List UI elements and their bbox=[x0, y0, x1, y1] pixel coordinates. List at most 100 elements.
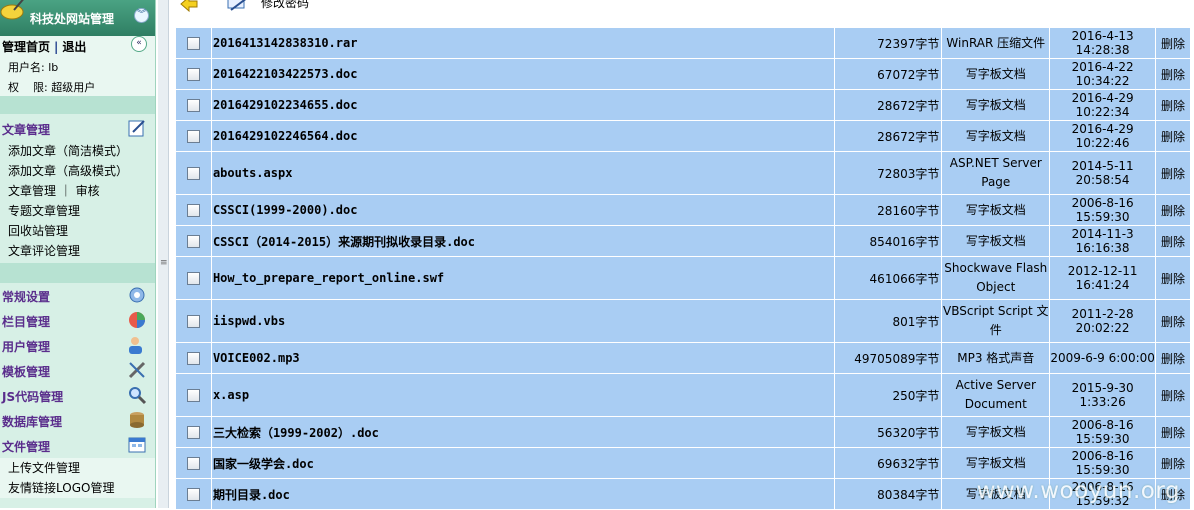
group-label[interactable]: 用户管理 bbox=[2, 338, 50, 355]
row-checkbox-cell bbox=[175, 478, 212, 510]
table-row: 2016429102234655.doc 28672字节 写字板文档 2016-4-2… bbox=[175, 89, 1191, 121]
delete-link[interactable]: 删除 bbox=[1155, 416, 1191, 448]
file-size: 72397字节 bbox=[833, 27, 943, 59]
sidebar-item-upload-files[interactable]: 上传文件管理 bbox=[0, 458, 155, 478]
group-header[interactable]: 文章管理 bbox=[0, 116, 155, 141]
sidebar-item-add-advanced[interactable]: 添加文章（高级模式） bbox=[0, 161, 155, 181]
file-name[interactable]: VOICE002.mp3 bbox=[210, 342, 835, 374]
delete-link[interactable]: 删除 bbox=[1155, 120, 1191, 152]
file-name[interactable]: iispwd.vbs bbox=[210, 299, 835, 343]
sidebar-item-add-simple[interactable]: 添加文章（简洁模式） bbox=[0, 141, 155, 161]
home-link[interactable]: 管理首页 bbox=[2, 40, 50, 54]
delete-link[interactable]: 删除 bbox=[1155, 299, 1191, 343]
group-label[interactable]: JS代码管理 bbox=[2, 388, 63, 405]
row-checkbox-cell bbox=[175, 342, 212, 374]
sidebar-item-article-review[interactable]: 文章管理 ｜ 审核 bbox=[0, 181, 155, 201]
delete-link[interactable]: 删除 bbox=[1155, 89, 1191, 121]
file-name[interactable]: How_to_prepare_report_online.swf bbox=[210, 256, 835, 300]
row-checkbox[interactable] bbox=[186, 426, 200, 439]
sidebar-item-topic[interactable]: 专题文章管理 bbox=[0, 201, 155, 221]
delete-link[interactable]: 删除 bbox=[1155, 373, 1191, 417]
group-label[interactable]: 文件管理 bbox=[2, 438, 50, 455]
sidebar-item-recycle[interactable]: 回收站管理 bbox=[0, 221, 155, 241]
delete-link[interactable]: 删除 bbox=[1155, 58, 1191, 90]
file-name[interactable]: abouts.aspx bbox=[210, 151, 835, 195]
row-checkbox[interactable] bbox=[186, 488, 200, 501]
delete-link[interactable]: 删除 bbox=[1155, 27, 1191, 59]
frame-splitter[interactable]: ≡ bbox=[158, 0, 169, 508]
delete-link[interactable]: 删除 bbox=[1155, 256, 1191, 300]
row-checkbox-cell bbox=[175, 120, 212, 152]
file-size: 801字节 bbox=[833, 299, 943, 343]
group-label[interactable]: 文章管理 bbox=[2, 121, 50, 138]
file-name[interactable]: 期刊目录.doc bbox=[210, 478, 835, 510]
row-checkbox-cell bbox=[175, 27, 212, 59]
group-header[interactable]: 栏目管理 bbox=[0, 308, 155, 333]
delete-link[interactable]: 删除 bbox=[1155, 447, 1191, 479]
file-name[interactable]: 2016429102246564.doc bbox=[210, 120, 835, 152]
group-header[interactable]: 文件管理 bbox=[0, 433, 155, 458]
group-header[interactable]: 数据库管理 bbox=[0, 408, 155, 433]
file-modified-time: 2016-4-29 10:22:46 bbox=[1049, 120, 1157, 152]
group-label[interactable]: 栏目管理 bbox=[2, 313, 50, 330]
row-checkbox[interactable] bbox=[186, 37, 200, 50]
table-row: CSSCI(1999-2000).doc 28160字节 写字板文档 2006-8-1… bbox=[175, 194, 1191, 226]
row-checkbox[interactable] bbox=[186, 389, 200, 402]
logo-icon bbox=[0, 0, 24, 20]
group-header[interactable]: JS代码管理 bbox=[0, 383, 155, 408]
group-label[interactable]: 数据库管理 bbox=[2, 413, 62, 430]
row-checkbox[interactable] bbox=[186, 235, 200, 248]
chevron-left-icon[interactable]: « bbox=[131, 36, 147, 52]
username-value: lb bbox=[48, 61, 59, 74]
file-name[interactable]: CSSCI(1999-2000).doc bbox=[210, 194, 835, 226]
sidebar-divider bbox=[0, 263, 155, 283]
file-name[interactable]: 国家一级学会.doc bbox=[210, 447, 835, 479]
group-header[interactable]: 用户管理 bbox=[0, 333, 155, 358]
file-type: 写字板文档 bbox=[941, 120, 1051, 152]
splitter-grip-icon[interactable]: ≡ bbox=[160, 259, 168, 272]
collapse-icon[interactable]: ︾ bbox=[134, 8, 149, 23]
row-checkbox[interactable] bbox=[186, 272, 200, 285]
group-header[interactable]: 常规设置 bbox=[0, 283, 155, 308]
row-checkbox[interactable] bbox=[186, 99, 200, 112]
group-settings: 常规设置 bbox=[0, 283, 155, 308]
sidebar-item-link-logo[interactable]: 友情链接LOGO管理 bbox=[0, 478, 155, 498]
sidebar-header: 科技处网站管理 ︾ bbox=[0, 0, 155, 36]
table-row: 2016422103422573.doc 67072字节 写字板文档 2016-4-2… bbox=[175, 58, 1191, 90]
group-header[interactable]: 模板管理 bbox=[0, 358, 155, 383]
role-row: 权 限: 超级用户 bbox=[8, 79, 95, 95]
logout-link[interactable]: 退出 bbox=[62, 40, 86, 54]
group-column: 栏目管理 bbox=[0, 308, 155, 333]
back-arrow-icon[interactable] bbox=[179, 0, 199, 12]
file-modified-time: 2014-5-11 20:58:54 bbox=[1049, 151, 1157, 195]
delete-link[interactable]: 删除 bbox=[1155, 194, 1191, 226]
delete-link[interactable]: 删除 bbox=[1155, 225, 1191, 257]
file-modified-time: 2006-8-16 15:59:30 bbox=[1049, 416, 1157, 448]
row-checkbox[interactable] bbox=[186, 130, 200, 143]
file-name[interactable]: x.asp bbox=[210, 373, 835, 417]
row-checkbox[interactable] bbox=[186, 204, 200, 217]
file-name[interactable]: 2016422103422573.doc bbox=[210, 58, 835, 90]
delete-link[interactable]: 删除 bbox=[1155, 151, 1191, 195]
table-row: abouts.aspx 72803字节 ASP.NET Server Page 201… bbox=[175, 151, 1191, 195]
file-name[interactable]: 2016429102234655.doc bbox=[210, 89, 835, 121]
row-checkbox[interactable] bbox=[186, 457, 200, 470]
file-modified-time: 2011-2-28 20:02:22 bbox=[1049, 299, 1157, 343]
file-name[interactable]: CSSCI（2014-2015）来源期刊拟收录目录.doc bbox=[210, 225, 835, 257]
row-checkbox[interactable] bbox=[186, 315, 200, 328]
row-checkbox[interactable] bbox=[186, 167, 200, 180]
delete-link[interactable]: 删除 bbox=[1155, 342, 1191, 374]
group-label[interactable]: 常规设置 bbox=[2, 288, 50, 305]
change-password-link[interactable]: 修改密码 bbox=[261, 0, 309, 11]
js-search-icon bbox=[129, 387, 147, 405]
group-js: JS代码管理 bbox=[0, 383, 155, 408]
row-checkbox[interactable] bbox=[186, 68, 200, 81]
file-name[interactable]: 2016413142838310.rar bbox=[210, 27, 835, 59]
password-edit-icon[interactable] bbox=[225, 0, 251, 14]
file-size: 67072字节 bbox=[833, 58, 943, 90]
file-name[interactable]: 三大检索（1999-2002）.doc bbox=[210, 416, 835, 448]
row-checkbox-cell bbox=[175, 58, 212, 90]
sidebar-item-comments[interactable]: 文章评论管理 bbox=[0, 241, 155, 261]
row-checkbox[interactable] bbox=[186, 352, 200, 365]
group-label[interactable]: 模板管理 bbox=[2, 363, 50, 380]
